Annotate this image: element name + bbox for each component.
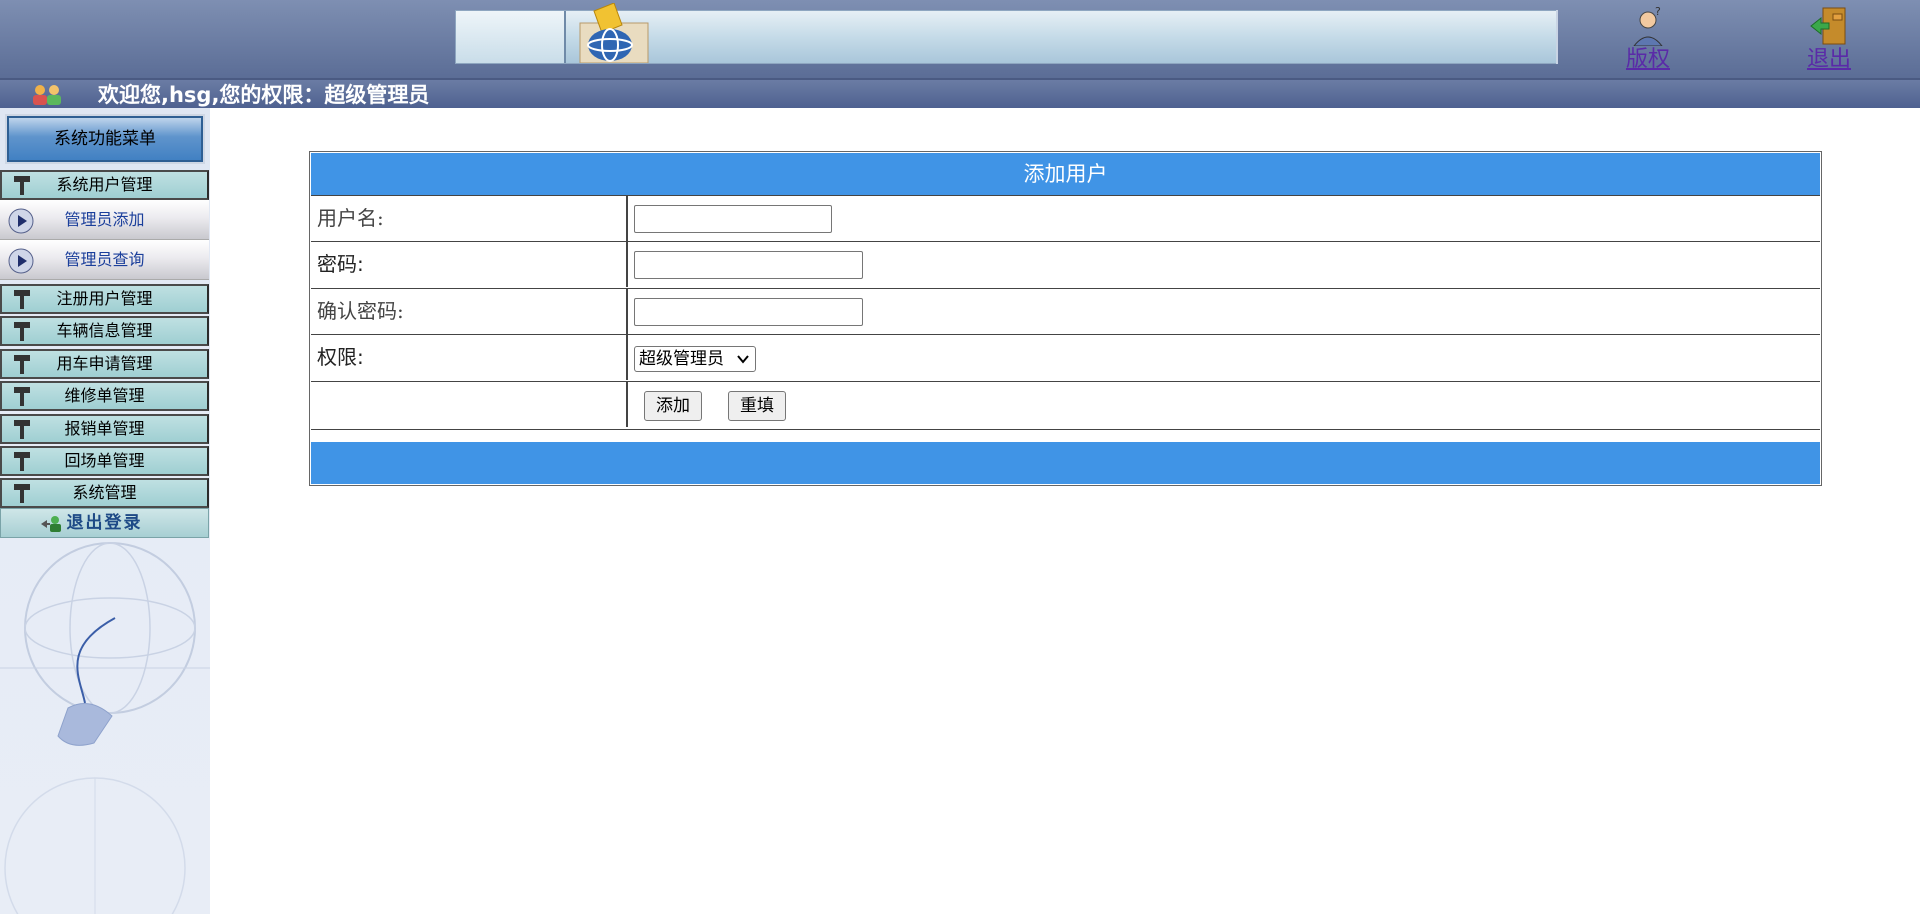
copyright-label: 版权 bbox=[1625, 47, 1670, 72]
header-banner bbox=[455, 3, 1557, 64]
person-question-icon: ? bbox=[1633, 6, 1663, 46]
spacer-row bbox=[311, 429, 1820, 442]
sidebar-item-registered-users[interactable]: 注册用户管理 bbox=[0, 284, 209, 314]
hammer-icon bbox=[14, 176, 30, 195]
actions-label-cell bbox=[311, 382, 628, 427]
add-user-form: 添加用户 用户名: 密码: 确认密码: 权限: 超级管理员 添加 重填 bbox=[309, 151, 1822, 486]
copyright-link[interactable]: ? 版权 bbox=[1613, 6, 1683, 72]
hammer-icon bbox=[14, 387, 30, 406]
form-footer bbox=[311, 442, 1820, 484]
exit-link[interactable]: 退出 bbox=[1794, 6, 1864, 72]
svg-text:?: ? bbox=[1655, 6, 1661, 18]
globe-mouse-illustration bbox=[0, 542, 210, 914]
sidebar-item-label: 注册用户管理 bbox=[56, 289, 153, 308]
actions-row: 添加 重填 bbox=[311, 381, 1820, 427]
welcome-text: 欢迎您,hsg,您的权限：超级管理员 bbox=[98, 83, 430, 107]
hammer-icon bbox=[14, 452, 30, 471]
password-input[interactable] bbox=[634, 251, 863, 279]
password-label: 密码: bbox=[311, 242, 628, 287]
welcome-bar: 欢迎您,hsg,您的权限：超级管理员 bbox=[0, 78, 1920, 108]
sidebar-item-label: 系统用户管理 bbox=[56, 175, 153, 194]
hammer-icon bbox=[14, 484, 30, 503]
sidebar-title: 系统功能菜单 bbox=[5, 114, 205, 164]
form-title: 添加用户 bbox=[311, 153, 1820, 195]
logout-label: 退出登录 bbox=[66, 513, 143, 533]
username-cell bbox=[628, 196, 1820, 241]
sidebar-item-system-settings[interactable]: 系统管理 bbox=[0, 478, 209, 508]
confirm-password-label: 确认密码: bbox=[311, 289, 628, 334]
sidebar-subitem-label: 管理员查询 bbox=[64, 250, 145, 269]
hammer-icon bbox=[14, 322, 30, 341]
sidebar-item-admin-query[interactable]: 管理员查询 bbox=[0, 240, 209, 280]
permission-selected-value: 超级管理员 bbox=[639, 349, 724, 369]
sidebar-item-label: 车辆信息管理 bbox=[56, 321, 153, 340]
sidebar-item-system-users[interactable]: 系统用户管理 bbox=[0, 170, 209, 200]
permission-row: 权限: 超级管理员 bbox=[311, 334, 1820, 380]
sidebar-item-reimbursements[interactable]: 报销单管理 bbox=[0, 414, 209, 444]
globe-folder-icon bbox=[579, 3, 649, 63]
add-button[interactable]: 添加 bbox=[644, 391, 702, 421]
arrow-circle-icon bbox=[8, 248, 34, 274]
confirm-password-cell bbox=[628, 289, 1820, 334]
arrow-circle-icon bbox=[8, 208, 34, 234]
sidebar: 系统功能菜单 系统用户管理 管理员添加 管理员查询 注册用户管理 车辆信息管理 … bbox=[0, 108, 210, 914]
username-label: 用户名: bbox=[311, 196, 628, 241]
hammer-icon bbox=[14, 290, 30, 309]
permission-cell: 超级管理员 bbox=[628, 335, 1820, 380]
sidebar-item-label: 用车申请管理 bbox=[56, 354, 153, 373]
sidebar-item-label: 维修单管理 bbox=[64, 386, 145, 405]
confirm-password-row: 确认密码: bbox=[311, 288, 1820, 334]
sidebar-item-return-orders[interactable]: 回场单管理 bbox=[0, 446, 209, 476]
confirm-password-input[interactable] bbox=[634, 298, 863, 326]
sidebar-item-admin-add[interactable]: 管理员添加 bbox=[0, 200, 209, 240]
sidebar-item-label: 报销单管理 bbox=[64, 419, 145, 438]
password-cell bbox=[628, 242, 1820, 287]
exit-label: 退出 bbox=[1806, 47, 1851, 72]
sidebar-item-label: 系统管理 bbox=[72, 483, 137, 502]
permission-label: 权限: bbox=[311, 335, 628, 380]
sidebar-item-vehicles[interactable]: 车辆信息管理 bbox=[0, 316, 209, 346]
actions-cell: 添加 重填 bbox=[628, 382, 1820, 427]
reset-button[interactable]: 重填 bbox=[728, 391, 786, 421]
hammer-icon bbox=[14, 355, 30, 374]
sidebar-item-vehicle-requests[interactable]: 用车申请管理 bbox=[0, 349, 209, 379]
sidebar-item-label: 回场单管理 bbox=[64, 451, 145, 470]
permission-select[interactable]: 超级管理员 bbox=[634, 346, 756, 372]
header-divider bbox=[1556, 10, 1558, 64]
top-header: ? 版权 退出 bbox=[0, 0, 1920, 78]
sidebar-item-repair-orders[interactable]: 维修单管理 bbox=[0, 381, 209, 411]
logout-button[interactable]: 退出登录 bbox=[0, 508, 209, 538]
chevron-down-icon bbox=[737, 355, 749, 364]
hammer-icon bbox=[14, 420, 30, 439]
username-input[interactable] bbox=[634, 205, 832, 233]
exit-door-icon bbox=[1810, 7, 1846, 45]
password-row: 密码: bbox=[311, 241, 1820, 287]
users-icon bbox=[33, 85, 61, 105]
logout-user-icon bbox=[41, 516, 61, 532]
banner-segment bbox=[456, 11, 566, 63]
sidebar-subitem-label: 管理员添加 bbox=[64, 210, 145, 229]
username-row: 用户名: bbox=[311, 195, 1820, 241]
